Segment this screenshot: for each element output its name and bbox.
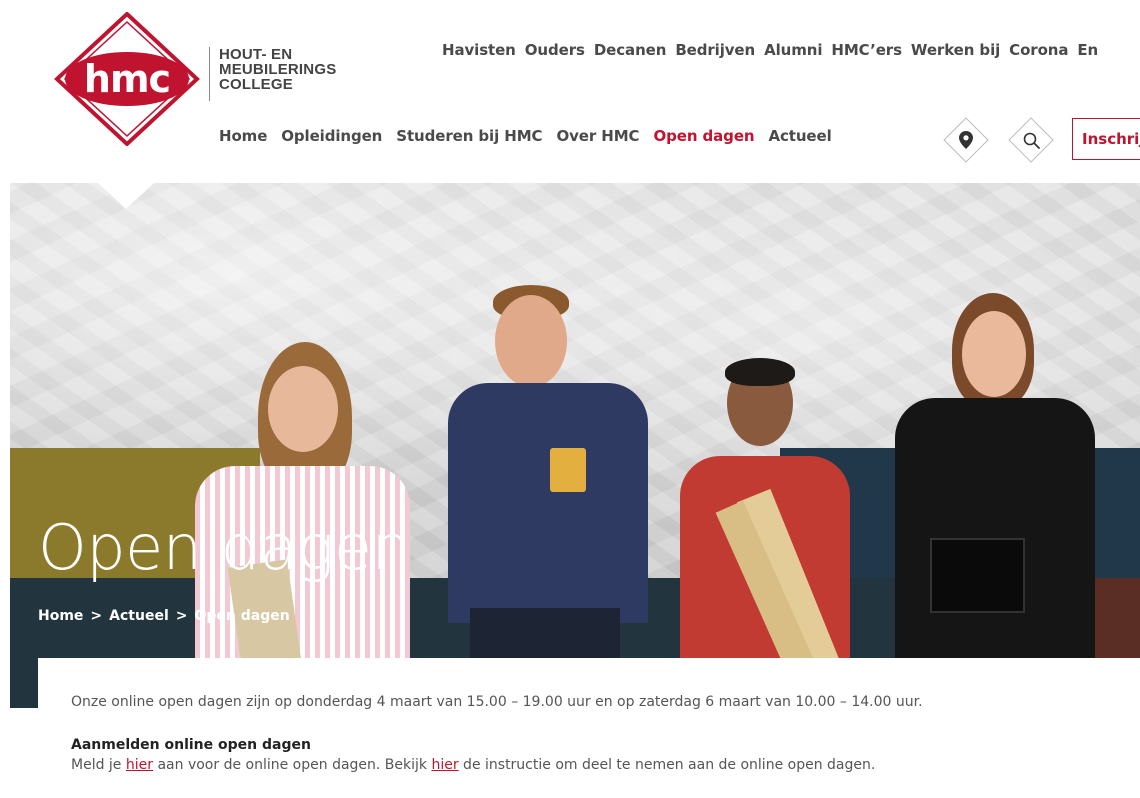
top-nav: Havisten Ouders Decanen Bedrijven Alumni… (442, 41, 1107, 59)
register-button[interactable]: Inschrijven (1072, 118, 1140, 160)
site-header: hmc HOUT- EN MEUBILERINGS COLLEGE Havist… (0, 0, 1140, 183)
main-nav: Home Opleidingen Studeren bij HMC Over H… (219, 127, 846, 145)
main-nav-actueel[interactable]: Actueel (768, 127, 831, 145)
map-pin-icon (959, 131, 973, 149)
main-nav-opleidingen[interactable]: Opleidingen (281, 127, 382, 145)
text-segment: Meld je (71, 757, 126, 773)
top-nav-hmcers[interactable]: HMC’ers (831, 41, 902, 59)
main-nav-over-hmc[interactable]: Over HMC (556, 127, 639, 145)
top-nav-havisten[interactable]: Havisten (442, 41, 516, 59)
logo-text: hmc (84, 57, 170, 101)
hmc-logo[interactable]: hmc (53, 12, 201, 146)
main-nav-home[interactable]: Home (219, 127, 267, 145)
hero-person (890, 293, 1110, 658)
active-nav-pointer (98, 183, 154, 209)
intro-text: Onze online open dagen zijn op donderdag… (71, 694, 923, 710)
top-nav-bedrijven[interactable]: Bedrijven (675, 41, 755, 59)
top-nav-alumni[interactable]: Alumni (764, 41, 822, 59)
hero-person (675, 358, 895, 658)
breadcrumb-separator: > (90, 608, 103, 624)
top-nav-ouders[interactable]: Ouders (525, 41, 585, 59)
breadcrumb-current: Open dagen (194, 608, 290, 624)
section-text: Meld je hier aan voor de online open dag… (71, 757, 875, 773)
breadcrumb-home[interactable]: Home (38, 608, 83, 624)
section-heading: Aanmelden online open dagen (71, 737, 311, 753)
text-segment: de instructie om deel te nemen aan de on… (458, 757, 876, 773)
instruction-link[interactable]: hier (431, 757, 458, 773)
top-nav-corona[interactable]: Corona (1009, 41, 1068, 59)
register-link[interactable]: hier (126, 757, 153, 773)
breadcrumb-separator: > (175, 608, 188, 624)
college-name-line: MEUBILERINGS (219, 61, 337, 78)
breadcrumb: Home > Actueel > Open dagen (38, 608, 290, 624)
text-segment: aan voor de online open dagen. Bekijk (153, 757, 432, 773)
top-nav-werken-bij[interactable]: Werken bij (911, 41, 1000, 59)
college-name-line: COLLEGE (219, 76, 293, 93)
content-card: Onze online open dagen zijn op donderdag… (38, 658, 1140, 798)
top-nav-english[interactable]: En (1077, 41, 1098, 59)
main-nav-open-dagen[interactable]: Open dagen (653, 127, 754, 145)
search-button[interactable] (1009, 118, 1053, 162)
hmc-logo-mark: hmc (54, 12, 200, 146)
search-icon (1023, 132, 1040, 149)
main-nav-studeren-bij-hmc[interactable]: Studeren bij HMC (396, 127, 542, 145)
college-name: HOUT- EN MEUBILERINGS COLLEGE (209, 47, 359, 101)
page-title: Open dagen (38, 511, 411, 584)
content-side-strip (10, 658, 38, 708)
college-name-line: HOUT- EN (219, 46, 293, 63)
hero-person (440, 283, 660, 658)
top-nav-decanen[interactable]: Decanen (594, 41, 667, 59)
hero-banner: Open dagen Home > Actueel > Open dagen (10, 183, 1140, 658)
location-button[interactable] (944, 118, 988, 162)
breadcrumb-actueel[interactable]: Actueel (109, 608, 169, 624)
